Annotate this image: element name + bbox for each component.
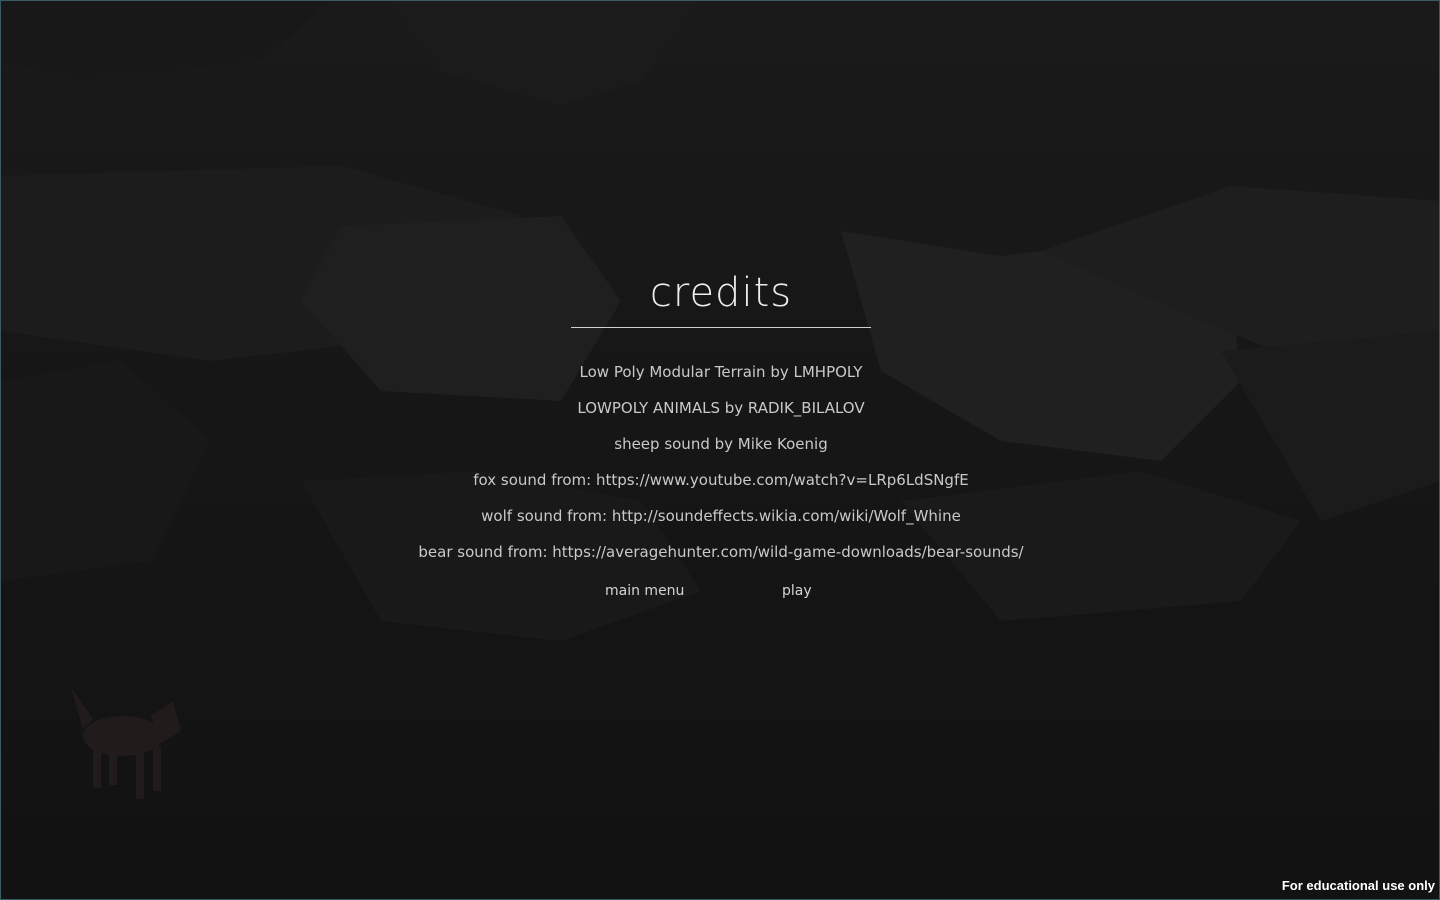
game-screen: credits Low Poly Modular Terrain by LMHP…	[0, 0, 1440, 900]
credit-item-bear-sound: bear sound from: https://averagehunter.c…	[418, 543, 1024, 561]
credits-panel: credits Low Poly Modular Terrain by LMHP…	[1, 269, 1439, 606]
credit-item-wolf-sound: wolf sound from: http://soundeffects.wik…	[481, 507, 961, 525]
credit-item-sheep-sound: sheep sound by Mike Koenig	[614, 435, 828, 453]
title-divider	[571, 327, 871, 328]
credit-item-fox-sound: fox sound from: https://www.youtube.com/…	[473, 471, 969, 489]
watermark: For educational use only	[1281, 878, 1435, 893]
play-button[interactable]: play	[782, 576, 812, 606]
credits-list: Low Poly Modular Terrain by LMHPOLY LOWP…	[1, 354, 1439, 570]
main-menu-button[interactable]: main menu	[605, 576, 684, 606]
credit-item-animals: LOWPOLY ANIMALS by RADIK_BILALOV	[577, 399, 865, 417]
nav-buttons: main menu play	[1, 576, 1439, 606]
wolf-silhouette	[71, 687, 181, 799]
credit-item-terrain: Low Poly Modular Terrain by LMHPOLY	[579, 363, 863, 381]
page-title: credits	[649, 270, 793, 316]
